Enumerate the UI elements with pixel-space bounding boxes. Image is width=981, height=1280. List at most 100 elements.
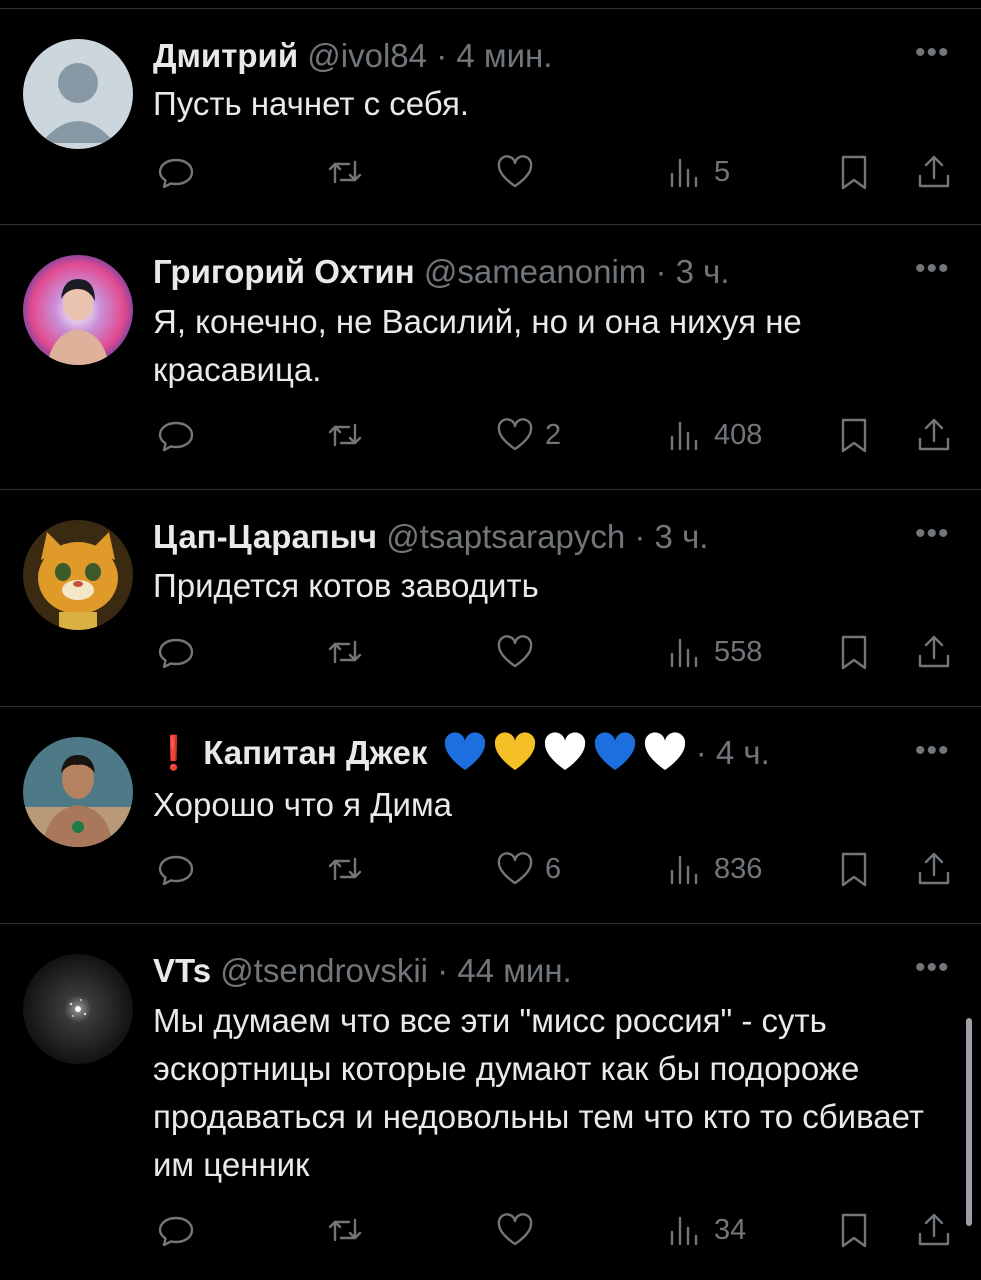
author-handle[interactable]: @tsaptsarapych — [386, 518, 625, 555]
post[interactable]: ❗ Капитан Джек · 4 ч. ••• Хорошо что я Д… — [0, 707, 981, 924]
timestamp[interactable]: 4 ч. — [716, 734, 770, 771]
share-icon — [918, 852, 950, 885]
white-heart-icon — [644, 732, 685, 770]
share-icon — [918, 155, 950, 188]
reply-button[interactable] — [156, 630, 196, 674]
share-icon — [918, 635, 950, 668]
bookmark-button[interactable] — [834, 847, 874, 891]
author-name[interactable]: Дмитрий — [153, 37, 298, 74]
reply-button[interactable] — [156, 1208, 196, 1252]
views-count: 558 — [714, 635, 763, 668]
retweet-button[interactable] — [325, 847, 365, 891]
top-divider — [0, 0, 981, 9]
views-icon — [670, 1216, 698, 1246]
action-bar: 34 — [0, 1208, 981, 1252]
more-options-icon[interactable]: ••• — [915, 38, 950, 68]
retweet-icon — [328, 423, 362, 447]
more-options-icon[interactable]: ••• — [915, 736, 950, 766]
post[interactable]: VTs @tsendrovskii · 44 мин. ••• Мы думае… — [0, 924, 981, 1280]
avatar[interactable] — [23, 954, 133, 1064]
like-icon — [497, 418, 533, 451]
views-icon — [670, 855, 698, 885]
author-name[interactable]: VTs — [153, 952, 211, 989]
like-icon — [497, 155, 533, 188]
views-button[interactable]: 558 — [664, 630, 762, 674]
post[interactable]: Григорий Охтин @sameanonim · 3 ч. ••• Я,… — [0, 225, 981, 490]
author-handle[interactable]: @sameanonim — [424, 253, 646, 290]
retweet-icon — [328, 160, 362, 184]
retweet-button[interactable] — [325, 150, 365, 194]
retweet-button[interactable] — [325, 413, 365, 457]
retweet-icon — [328, 640, 362, 664]
reply-icon — [158, 158, 194, 189]
reply-icon — [158, 421, 194, 452]
avatar[interactable] — [23, 255, 133, 365]
separator: · — [634, 518, 646, 555]
share-icon — [918, 418, 950, 451]
default-avatar-icon — [23, 39, 133, 149]
white-heart-icon — [544, 732, 585, 770]
share-button[interactable] — [914, 1208, 954, 1252]
views-button[interactable]: 408 — [664, 413, 762, 457]
post-text: Мы думаем что все эти "мисс россия" - су… — [153, 1002, 924, 1183]
author-handle[interactable]: @tsendrovskii — [220, 952, 428, 989]
views-button[interactable]: 34 — [664, 1208, 746, 1252]
share-button[interactable] — [914, 847, 954, 891]
timestamp[interactable]: 44 мин. — [457, 952, 571, 989]
author-handle[interactable]: @ivol84 — [307, 37, 427, 74]
post-header: Григорий Охтин @sameanonim · 3 ч. — [153, 252, 730, 292]
views-icon — [670, 158, 698, 188]
post[interactable]: Цап-Царапыч @tsaptsarapych · 3 ч. ••• Пр… — [0, 490, 981, 707]
timestamp[interactable]: 3 ч. — [655, 518, 709, 555]
more-options-icon[interactable]: ••• — [915, 953, 950, 983]
like-button[interactable]: 2 — [495, 413, 561, 457]
views-count: 408 — [714, 418, 763, 451]
bookmark-button[interactable] — [834, 413, 874, 457]
blue-heart-icon — [444, 732, 485, 770]
avatar[interactable] — [23, 737, 133, 847]
more-options-icon[interactable]: ••• — [915, 519, 950, 549]
reply-button[interactable] — [156, 847, 196, 891]
like-icon — [497, 852, 533, 885]
like-button[interactable] — [495, 1208, 545, 1252]
post-header: VTs @tsendrovskii · 44 мин. — [153, 951, 572, 991]
reply-button[interactable] — [156, 413, 196, 457]
share-button[interactable] — [914, 413, 954, 457]
separator: · — [655, 253, 667, 290]
author-name[interactable]: Капитан Джек — [203, 734, 427, 771]
avatar[interactable] — [23, 520, 133, 630]
action-bar: 6 836 — [0, 847, 981, 891]
bookmark-icon — [841, 852, 867, 887]
share-button[interactable] — [914, 150, 954, 194]
post-text: Придется котов заводить — [153, 567, 539, 604]
views-button[interactable]: 836 — [664, 847, 762, 891]
share-button[interactable] — [914, 630, 954, 674]
bookmark-button[interactable] — [834, 150, 874, 194]
reply-button[interactable] — [156, 150, 196, 194]
retweet-button[interactable] — [325, 1208, 365, 1252]
post-header: Цап-Царапыч @tsaptsarapych · 3 ч. — [153, 517, 708, 557]
like-button[interactable] — [495, 150, 545, 194]
separator: · — [436, 37, 448, 74]
like-button[interactable]: 6 — [495, 847, 561, 891]
bookmark-icon — [841, 1213, 867, 1248]
reply-icon — [158, 1216, 194, 1247]
more-options-icon[interactable]: ••• — [915, 254, 950, 284]
author-name[interactable]: Григорий Охтин — [153, 253, 415, 290]
timestamp[interactable]: 4 мин. — [456, 37, 552, 74]
bookmark-button[interactable] — [834, 630, 874, 674]
author-name[interactable]: Цап-Царапыч — [153, 518, 377, 555]
scrollbar[interactable] — [966, 1018, 972, 1226]
bookmark-button[interactable] — [834, 1208, 874, 1252]
timestamp[interactable]: 3 ч. — [676, 253, 730, 290]
share-icon — [918, 1213, 950, 1246]
yellow-heart-icon — [494, 732, 535, 770]
retweet-button[interactable] — [325, 630, 365, 674]
avatar[interactable] — [23, 39, 133, 149]
post[interactable]: Дмитрий @ivol84 · 4 мин. ••• Пусть начне… — [0, 9, 981, 225]
like-button[interactable] — [495, 630, 545, 674]
separator: · — [437, 952, 449, 989]
views-icon — [670, 638, 698, 668]
bookmark-icon — [841, 418, 867, 453]
views-button[interactable]: 5 — [664, 150, 730, 194]
